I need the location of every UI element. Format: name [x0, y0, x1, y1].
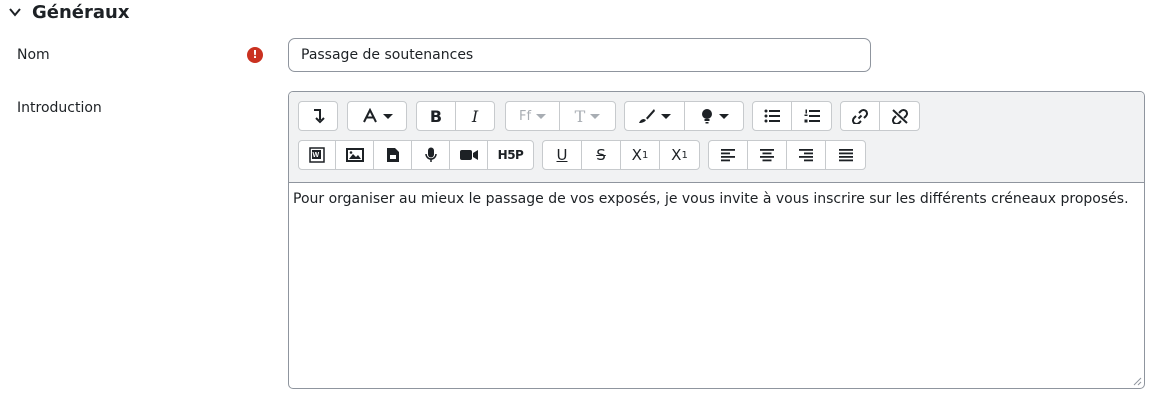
superscript-button[interactable]: X1	[660, 141, 699, 169]
ordered-list-button[interactable]	[792, 102, 831, 130]
link-button[interactable]	[841, 102, 880, 130]
dropdown-caret-icon	[590, 113, 601, 119]
superscript-icon: X	[671, 146, 682, 164]
editor-toolbar: B I Ff T W H5P U S X 1 X 1	[289, 92, 1144, 183]
unlink-button[interactable]	[880, 102, 919, 130]
show-more-buttons-button[interactable]	[299, 102, 337, 130]
unlink-icon	[891, 108, 908, 124]
brush-icon	[639, 109, 655, 123]
resize-handle-icon[interactable]	[1133, 377, 1142, 386]
video-camera-icon	[459, 150, 478, 160]
align-left-icon	[721, 149, 735, 162]
required-icon: !	[247, 47, 263, 63]
subscript-icon: X	[631, 146, 642, 164]
align-justify-icon	[838, 149, 853, 162]
align-right-button[interactable]	[787, 141, 826, 169]
paste-from-word-button[interactable]: W	[299, 141, 336, 169]
font-family-button[interactable]: Ff	[506, 102, 560, 130]
arrow-down-right-icon	[314, 109, 325, 124]
chevron-down-icon[interactable]	[8, 5, 22, 19]
record-audio-button[interactable]	[412, 141, 450, 169]
strikethrough-button[interactable]: S	[582, 141, 621, 169]
font-family-icon: Ff	[518, 108, 532, 124]
link-icon	[851, 108, 869, 124]
editor-content[interactable]: Pour organiser au mieux le passage de vo…	[289, 183, 1144, 215]
image-icon	[345, 148, 364, 162]
underline-button[interactable]: U	[543, 141, 582, 169]
microphone-icon	[424, 147, 437, 162]
subscript-button[interactable]: X1	[621, 141, 660, 169]
align-center-icon	[760, 149, 774, 162]
font-size-button[interactable]: T	[560, 102, 615, 130]
introduction-label: Introduction	[17, 100, 102, 116]
introduction-editor[interactable]: B I Ff T W H5P U S X 1 X 1 Pour organise…	[288, 91, 1145, 389]
bold-button[interactable]: B	[417, 102, 456, 130]
dropdown-caret-icon	[661, 113, 671, 119]
text-color-button[interactable]	[625, 102, 685, 130]
dropdown-caret-icon	[718, 113, 729, 119]
unordered-list-icon	[764, 109, 780, 123]
section-header-generaux[interactable]: Généraux	[8, 0, 129, 24]
dropdown-caret-icon	[382, 113, 393, 119]
unordered-list-button[interactable]	[753, 102, 792, 130]
insert-media-button[interactable]	[374, 141, 412, 169]
align-justify-button[interactable]	[826, 141, 865, 169]
word-paste-icon: W	[309, 147, 325, 163]
align-center-button[interactable]	[748, 141, 787, 169]
insert-image-button[interactable]	[336, 141, 374, 169]
lightbulb-icon	[701, 109, 712, 124]
background-color-button[interactable]	[685, 102, 743, 130]
align-left-button[interactable]	[709, 141, 748, 169]
name-label: Nom	[17, 47, 50, 63]
font-size-icon: T	[574, 106, 586, 126]
align-right-icon	[799, 149, 813, 162]
italic-button[interactable]: I	[456, 102, 494, 130]
record-video-button[interactable]	[450, 141, 488, 169]
paragraph-style-button[interactable]	[348, 102, 406, 130]
font-style-icon	[362, 108, 377, 123]
name-input[interactable]	[288, 38, 871, 72]
section-title: Généraux	[32, 1, 130, 23]
insert-h5p-button[interactable]: H5P	[488, 141, 533, 169]
ordered-list-icon	[804, 109, 820, 123]
file-icon	[386, 148, 399, 162]
superscript-digit: 1	[681, 149, 688, 161]
dropdown-caret-icon	[536, 113, 547, 119]
subscript-digit: 1	[641, 149, 649, 161]
svg-text:W: W	[313, 152, 320, 159]
